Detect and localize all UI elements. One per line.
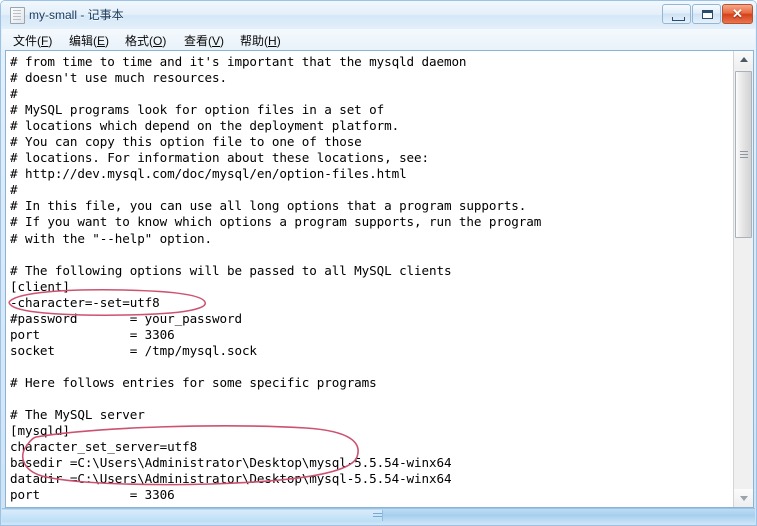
minimize-icon [672,17,685,21]
editor-frame: # from time to time and it's important t… [5,50,754,508]
menu-bar: 文件(F) 编辑(E) 格式(O) 查看(V) 帮助(H) [2,29,755,50]
vertical-scrollbar[interactable] [733,51,753,507]
scroll-up-arrow-icon [740,57,748,62]
vertical-scroll-thumb[interactable] [735,71,752,238]
horizontal-scroll-grip-icon [373,513,382,514]
close-icon: ✕ [732,6,743,21]
notepad-document-icon [10,7,25,24]
window-title: my-small - 记事本 [29,8,124,22]
horizontal-scrollbar[interactable] [2,508,755,523]
scroll-thumb-grip-icon [740,151,748,152]
maximize-button[interactable] [692,4,721,24]
scroll-up-arrow[interactable] [734,51,753,69]
maximize-icon [702,10,713,19]
minimize-button[interactable] [662,4,691,24]
menu-item-format[interactable]: 格式(O) [120,31,171,49]
scroll-down-arrow-icon [740,496,748,501]
horizontal-scroll-thumb[interactable] [2,510,383,521]
menu-item-file[interactable]: 文件(F) [8,31,57,49]
title-bar[interactable]: my-small - 记事本 ✕ [1,1,756,29]
notepad-window: my-small - 记事本 ✕ 文件(F) 编辑(E) 格式(O) 查看(V)… [0,0,757,526]
file-text-content[interactable]: # from time to time and it's important t… [10,54,541,503]
text-editing-area[interactable]: # from time to time and it's important t… [6,51,734,507]
scroll-down-arrow[interactable] [734,489,753,507]
menu-item-help[interactable]: 帮助(H) [235,31,286,49]
menu-item-edit[interactable]: 编辑(E) [64,31,114,49]
close-button[interactable]: ✕ [722,4,753,24]
menu-item-view[interactable]: 查看(V) [179,31,229,49]
